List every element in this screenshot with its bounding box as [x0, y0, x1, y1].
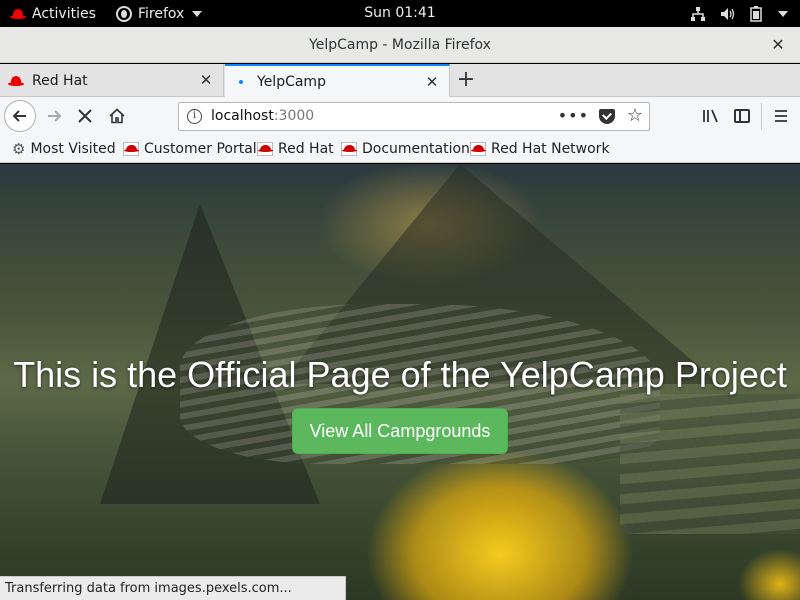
bookmark-most-visited[interactable]: ⚙ Most Visited	[12, 136, 116, 162]
navigation-toolbar: i localhost:3000 ••• ☆	[0, 97, 800, 136]
bookmark-label: Customer Portal	[144, 141, 257, 157]
battery-icon	[750, 5, 762, 22]
bookmark-documentation[interactable]: Documentation	[341, 136, 470, 162]
bookmark-label: Most Visited	[30, 141, 116, 157]
redhat-logo-icon	[10, 8, 26, 20]
firefox-icon	[116, 5, 132, 22]
chevron-down-icon	[192, 10, 203, 17]
system-tray[interactable]	[690, 0, 788, 27]
url-text[interactable]: localhost:3000	[211, 103, 314, 130]
info-icon[interactable]: i	[187, 109, 202, 124]
sidebar-icon	[734, 109, 750, 123]
app-menu[interactable]: Firefox	[116, 0, 203, 27]
toolbar-separator	[761, 103, 762, 130]
background-terraces	[620, 394, 800, 534]
redhat-icon	[257, 142, 273, 156]
loading-icon	[233, 74, 249, 90]
arrow-right-icon	[48, 110, 62, 122]
chevron-down-icon	[778, 10, 788, 17]
redhat-icon	[8, 75, 24, 87]
activities-label: Activities	[32, 5, 96, 22]
tab-strip: Red Hat ✕ YelpCamp ✕ +	[0, 64, 800, 98]
forward-button[interactable]	[39, 101, 69, 131]
tab-close-button[interactable]: ✕	[423, 73, 441, 91]
bookmarks-toolbar: ⚙ Most Visited Customer Portal Red Hat D…	[0, 136, 800, 163]
gnome-top-bar: Activities Firefox Sun 01:41	[0, 0, 800, 27]
bookmark-star-icon[interactable]: ☆	[627, 103, 643, 129]
tab-label: Red Hat	[32, 72, 88, 89]
pocket-icon[interactable]	[599, 109, 615, 124]
hamburger-menu-icon	[775, 110, 787, 122]
page-actions-icon[interactable]: •••	[558, 103, 589, 129]
url-host: localhost	[211, 108, 274, 124]
bookmark-label: Red Hat Network	[491, 141, 610, 157]
status-panel: Transferring data from images.pexels.com…	[0, 576, 346, 600]
stop-button[interactable]	[70, 101, 100, 131]
app-menu-label: Firefox	[138, 5, 185, 22]
bookmark-customer-portal[interactable]: Customer Portal	[123, 136, 257, 162]
activities-button[interactable]: Activities	[10, 0, 96, 27]
tab-close-button[interactable]: ✕	[197, 71, 215, 89]
library-button[interactable]	[696, 101, 726, 131]
bookmark-red-hat-network[interactable]: Red Hat Network	[470, 136, 610, 162]
redhat-icon	[123, 142, 139, 156]
window-title: YelpCamp - Mozilla Firefox	[309, 37, 491, 53]
network-icon	[691, 6, 705, 21]
home-button[interactable]	[102, 101, 132, 131]
url-bar[interactable]: i localhost:3000 ••• ☆	[178, 102, 650, 131]
bookmark-red-hat[interactable]: Red Hat	[257, 136, 334, 162]
hero-section: This is the Official Page of the YelpCam…	[0, 164, 800, 600]
sidebar-toggle-button[interactable]	[727, 101, 757, 131]
bookmark-label: Red Hat	[278, 141, 334, 157]
gear-icon: ⚙	[12, 140, 26, 158]
tab-label: YelpCamp	[257, 74, 326, 90]
library-icon	[703, 109, 718, 123]
redhat-icon	[470, 142, 486, 156]
new-tab-button[interactable]: +	[452, 66, 480, 94]
tab-red-hat[interactable]: Red Hat ✕	[0, 64, 224, 97]
volume-icon	[721, 7, 735, 20]
window-close-button[interactable]: ✕	[768, 35, 788, 55]
redhat-icon	[341, 142, 357, 156]
url-port: :3000	[273, 108, 315, 124]
open-menu-button[interactable]	[766, 101, 796, 131]
arrow-left-icon	[12, 110, 26, 122]
view-all-campgrounds-button[interactable]: View All Campgrounds	[292, 408, 508, 454]
back-button[interactable]	[4, 100, 36, 132]
window-title-bar: YelpCamp - Mozilla Firefox ✕	[0, 27, 800, 63]
hero-heading: This is the Official Page of the YelpCam…	[13, 354, 787, 395]
tab-yelpcamp[interactable]: YelpCamp ✕	[225, 64, 450, 98]
stop-icon	[78, 109, 92, 123]
home-icon	[109, 108, 125, 124]
bookmark-label: Documentation	[362, 141, 470, 157]
